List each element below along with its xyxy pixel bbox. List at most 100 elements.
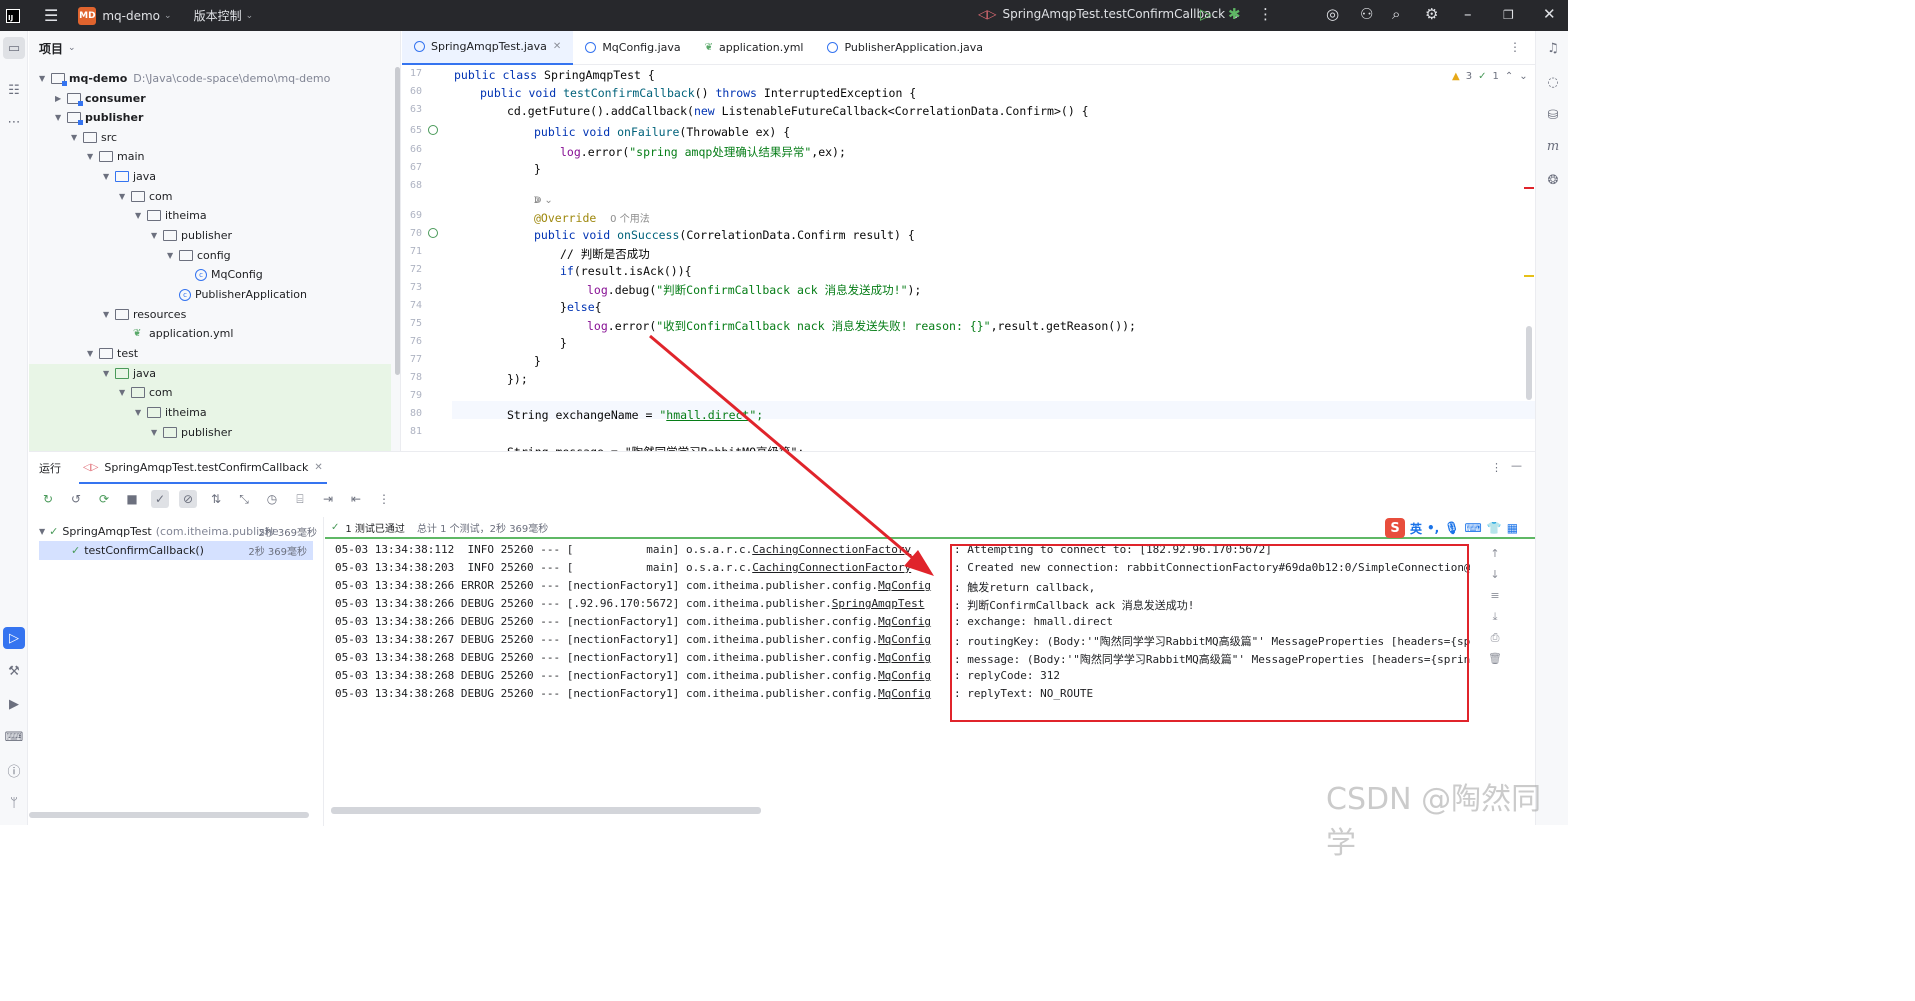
keyboard-icon[interactable]: ⌨ <box>1464 521 1481 535</box>
microphone-icon[interactable]: 🎙 <box>1444 521 1459 535</box>
usages-hint[interactable]: 0 个用法 <box>610 214 650 225</box>
tree-item-test-java[interactable]: ▼ java <box>103 364 156 383</box>
chevron-down-icon[interactable]: ⌄ <box>68 43 76 53</box>
add-user-icon[interactable]: ⚇ <box>1360 5 1373 23</box>
tree-item-src[interactable]: ▼ src <box>71 128 117 147</box>
tab-application-yml[interactable]: ❦ application.yml <box>693 31 816 65</box>
log-class-link[interactable]: MqConfig <box>878 687 931 700</box>
debug-icon[interactable]: ✱ <box>1228 5 1241 23</box>
tree-item-itheima[interactable]: ▼ itheima <box>135 206 207 225</box>
log-class-link[interactable]: MqConfig <box>878 615 931 628</box>
search-icon[interactable]: ⌕ <box>1392 5 1400 23</box>
inlay-hint[interactable]: ↇ ⌄ <box>534 195 553 206</box>
code-area[interactable]: public class SpringAmqpTest { public voi… <box>454 66 1534 451</box>
chevron-down-icon[interactable]: ▼ <box>103 369 115 378</box>
tree-item-publisher-pkg[interactable]: ▼ publisher <box>151 226 232 245</box>
project-name[interactable]: mq-demo <box>102 9 160 23</box>
chevron-down-icon[interactable]: ⌄ <box>1519 71 1527 82</box>
ime-language[interactable]: 英 <box>1410 520 1422 537</box>
git-branch-icon[interactable]: ᛘ <box>3 792 25 814</box>
tree-item-resources[interactable]: ▼ resources <box>103 305 186 324</box>
sogou-ime-icon[interactable]: S <box>1385 518 1405 538</box>
warning-stripe-mark[interactable] <box>1524 275 1534 277</box>
chevron-down-icon[interactable]: ⌄ <box>246 11 254 21</box>
chevron-down-icon[interactable]: ▼ <box>119 192 131 201</box>
project-scrollbar[interactable] <box>395 67 400 375</box>
arrow-up-icon[interactable]: ↑ <box>1485 547 1505 568</box>
export-icon[interactable]: ⇥ <box>319 490 337 508</box>
show-passed-icon[interactable]: ✓ <box>151 490 169 508</box>
chevron-down-icon[interactable]: ▼ <box>87 152 99 161</box>
tree-item-com[interactable]: ▼ com <box>119 187 173 206</box>
chevron-up-icon[interactable]: ⌃ <box>1505 71 1513 82</box>
chevron-down-icon[interactable]: ▼ <box>151 428 163 437</box>
close-icon[interactable]: ✕ <box>1543 5 1556 23</box>
error-stripe-mark[interactable] <box>1524 187 1534 189</box>
punctuation-icon[interactable]: •, <box>1427 521 1439 535</box>
chevron-down-icon[interactable]: ▼ <box>167 251 179 260</box>
restore-icon[interactable]: ❐ <box>1503 8 1514 22</box>
more-actions-icon[interactable]: ⋮ <box>375 490 393 508</box>
stop-icon[interactable]: ■ <box>123 490 141 508</box>
tab-springamqptest[interactable]: SpringAmqpTest.java ✕ <box>402 30 574 65</box>
project-badge[interactable]: MD <box>78 6 97 25</box>
project-panel-header[interactable]: 项目 ⌄ <box>29 31 400 65</box>
more-options-icon[interactable]: ⋮ <box>1491 461 1502 474</box>
log-class-link[interactable]: CachingConnectionFactory <box>752 561 911 574</box>
run-tab[interactable]: ◁▷ SpringAmqpTest.testConfirmCallback ✕ <box>79 452 327 484</box>
log-class-link[interactable]: MqConfig <box>878 651 931 664</box>
rerun-icon[interactable]: ↻ <box>39 490 57 508</box>
test-suite-row[interactable]: ▼ ✓ SpringAmqpTest (com.itheima.publishe… <box>39 522 323 541</box>
gear-icon[interactable]: ⚙ <box>1425 5 1438 23</box>
tree-item-mqconfig[interactable]: c MqConfig <box>195 265 263 284</box>
close-icon[interactable]: ✕ <box>553 41 561 52</box>
chevron-down-icon[interactable]: ▼ <box>39 527 45 536</box>
tree-item-publisherapplication[interactable]: c PublisherApplication <box>179 285 307 304</box>
chevron-down-icon[interactable]: ▼ <box>103 310 115 319</box>
tree-item-java[interactable]: ▼ java <box>103 167 156 186</box>
tree-item-application-yml[interactable]: ❦ application.yml <box>133 324 233 343</box>
hide-panel-icon[interactable]: — <box>1511 459 1522 472</box>
project-folder-icon[interactable]: ▭ <box>3 37 25 59</box>
problems-icon[interactable]: ⓘ <box>3 759 25 781</box>
import-icon[interactable]: ⇤ <box>347 490 365 508</box>
chevron-down-icon[interactable]: ▼ <box>135 408 147 417</box>
vcs-menu[interactable]: 版本控制 <box>194 7 242 24</box>
chevron-down-icon[interactable]: ▼ <box>151 231 163 240</box>
tab-publisherapplication[interactable]: PublisherApplication.java <box>815 31 995 65</box>
tab-mqconfig[interactable]: MqConfig.java <box>573 31 692 65</box>
log-class-link[interactable]: MqConfig <box>878 633 931 646</box>
log-class-link[interactable]: MqConfig <box>878 669 931 682</box>
ai-chat-icon[interactable]: ◌ <box>1542 71 1564 93</box>
history-clock-icon[interactable]: ◷ <box>263 490 281 508</box>
tree-item-consumer[interactable]: ▶ consumer <box>55 89 146 108</box>
test-tree-scrollbar[interactable] <box>29 812 309 818</box>
rerun-failed-icon[interactable]: ↺ <box>67 490 85 508</box>
toggle-auto-test-icon[interactable]: ⟳ <box>95 490 113 508</box>
collapse-icon[interactable]: ⤡ <box>235 490 253 508</box>
services-icon[interactable]: ▶ <box>3 693 25 715</box>
tree-item-mq-demo[interactable]: ▼ mq-demo D:\Java\code-space\demo\mq-dem… <box>39 69 330 88</box>
chevron-down-icon[interactable]: ▼ <box>119 388 131 397</box>
chevron-down-icon[interactable]: ▼ <box>135 211 147 220</box>
log-class-link[interactable]: CachingConnectionFactory <box>752 543 911 556</box>
maven-icon[interactable]: m <box>1542 135 1564 157</box>
structure-icon[interactable]: ☷ <box>3 79 25 101</box>
tree-item-config[interactable]: ▼ config <box>167 246 231 265</box>
soft-wrap-icon[interactable]: ≡ <box>1485 589 1505 610</box>
chevron-down-icon[interactable]: ▼ <box>39 74 51 83</box>
run-tool-icon[interactable]: ▷ <box>3 627 25 649</box>
more-actions-icon[interactable]: ⋮ <box>1258 5 1273 23</box>
trash-icon[interactable]: 🗑 <box>1485 652 1505 673</box>
override-gutter-icon[interactable] <box>428 125 438 135</box>
tree-item-test[interactable]: ▼ test <box>87 344 138 363</box>
close-icon[interactable]: ✕ <box>314 462 322 473</box>
toolbox-grid-icon[interactable]: ▦ <box>1507 521 1518 535</box>
chevron-down-icon[interactable]: ▼ <box>103 172 115 181</box>
override-gutter-icon[interactable] <box>428 228 438 238</box>
console-horizontal-scrollbar[interactable] <box>331 807 761 814</box>
tree-item-test-com[interactable]: ▼ com <box>119 383 173 402</box>
tree-item-publisher[interactable]: ▼ publisher <box>55 108 143 127</box>
camera-icon[interactable]: ⌸ <box>291 490 309 508</box>
tree-item-test-publisher[interactable]: ▼ publisher <box>151 423 232 442</box>
